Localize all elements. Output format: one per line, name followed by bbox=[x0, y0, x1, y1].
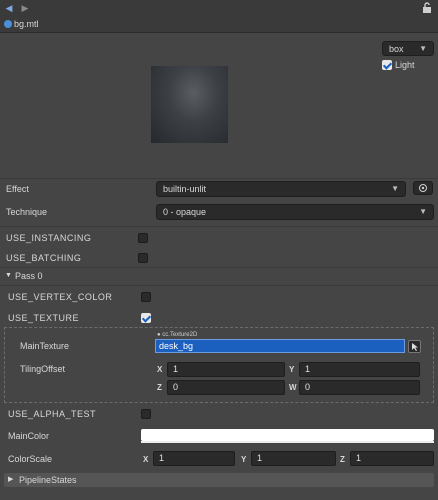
use-batching-checkbox[interactable] bbox=[138, 253, 148, 263]
color-scale-x-axis-label: X bbox=[143, 455, 149, 464]
tiling-x-axis-label: X bbox=[157, 365, 163, 374]
chevron-down-icon: ▼ bbox=[419, 44, 427, 53]
use-texture-label: USE_TEXTURE bbox=[8, 313, 80, 323]
forward-arrow-icon[interactable]: ▶ bbox=[20, 3, 30, 13]
lock-icon[interactable] bbox=[422, 2, 432, 13]
color-scale-y-field[interactable]: 1 bbox=[251, 451, 336, 466]
divider bbox=[0, 285, 438, 286]
light-checkbox[interactable] bbox=[382, 60, 392, 70]
color-scale-x-value: 1 bbox=[159, 453, 165, 463]
divider bbox=[0, 226, 438, 227]
technique-select[interactable]: 0 - opaque ▼ bbox=[156, 204, 434, 220]
tiling-w-value: 0 bbox=[305, 382, 311, 392]
asset-type-tag: ● cc.Texture2D bbox=[157, 332, 197, 338]
texture-type-icon: ● bbox=[157, 332, 161, 338]
use-vertex-color-checkbox[interactable] bbox=[141, 292, 151, 302]
divider bbox=[0, 267, 438, 268]
pass-expand-icon[interactable]: ▼ bbox=[5, 272, 12, 279]
tiling-offset-label: TilingOffset bbox=[20, 364, 66, 374]
light-label: Light bbox=[395, 60, 415, 70]
use-texture-checkbox[interactable] bbox=[141, 313, 151, 323]
color-scale-z-field[interactable]: 1 bbox=[350, 451, 434, 466]
target-icon bbox=[419, 184, 427, 192]
tiling-y-value: 1 bbox=[305, 364, 311, 374]
tiling-y-field[interactable]: 1 bbox=[299, 362, 420, 377]
color-scale-y-axis-label: Y bbox=[241, 455, 247, 464]
preview-shape-select[interactable]: box ▼ bbox=[382, 41, 434, 56]
chevron-down-icon: ▼ bbox=[419, 207, 427, 216]
color-scale-z-value: 1 bbox=[356, 453, 362, 463]
asset-picker-button[interactable] bbox=[408, 340, 421, 353]
tiling-x-field[interactable]: 1 bbox=[167, 362, 285, 377]
effect-select[interactable]: builtin-unlit ▼ bbox=[156, 181, 406, 197]
main-color-swatch[interactable] bbox=[141, 429, 434, 441]
cursor-icon bbox=[412, 343, 418, 351]
tiling-z-value: 0 bbox=[173, 382, 179, 392]
color-scale-label: ColorScale bbox=[8, 454, 53, 464]
inspector-toolbar: ◀ ▶ bbox=[0, 0, 438, 16]
effect-label: Effect bbox=[6, 184, 29, 194]
main-texture-label: MainTexture bbox=[20, 341, 70, 351]
file-header: bg.mtl bbox=[0, 16, 438, 33]
technique-value: 0 - opaque bbox=[163, 207, 207, 217]
preview-shape-value: box bbox=[389, 44, 404, 54]
asset-type-label: cc.Texture2D bbox=[162, 332, 198, 338]
use-instancing-checkbox[interactable] bbox=[138, 233, 148, 243]
back-arrow-icon[interactable]: ◀ bbox=[4, 3, 14, 13]
tiling-w-field[interactable]: 0 bbox=[299, 380, 420, 395]
chevron-down-icon: ▼ bbox=[391, 184, 399, 193]
divider bbox=[0, 178, 438, 179]
tiling-w-axis-label: W bbox=[289, 383, 297, 392]
tiling-x-value: 1 bbox=[173, 364, 179, 374]
color-scale-z-axis-label: Z bbox=[340, 455, 345, 464]
effect-locate-button[interactable] bbox=[413, 181, 433, 195]
material-icon bbox=[4, 20, 12, 28]
color-scale-y-value: 1 bbox=[257, 453, 263, 463]
main-texture-field[interactable]: desk_bg bbox=[155, 339, 405, 353]
use-alpha-test-label: USE_ALPHA_TEST bbox=[8, 409, 97, 419]
tiling-z-field[interactable]: 0 bbox=[167, 380, 285, 395]
expand-arrow-icon: ▶ bbox=[8, 476, 14, 483]
tiling-z-axis-label: Z bbox=[157, 383, 162, 392]
use-batching-label: USE_BATCHING bbox=[6, 253, 82, 263]
alpha-bar bbox=[141, 441, 434, 443]
use-alpha-test-checkbox[interactable] bbox=[141, 409, 151, 419]
tiling-y-axis-label: Y bbox=[289, 365, 295, 374]
pipeline-states-label: PipelineStates bbox=[19, 475, 77, 485]
technique-label: Technique bbox=[6, 207, 48, 217]
effect-value: builtin-unlit bbox=[163, 184, 207, 194]
file-name: bg.mtl bbox=[14, 19, 39, 29]
pipeline-states-section[interactable]: ▶ PipelineStates bbox=[4, 473, 434, 487]
color-scale-x-field[interactable]: 1 bbox=[153, 451, 235, 466]
use-instancing-label: USE_INSTANCING bbox=[6, 233, 92, 243]
use-vertex-color-label: USE_VERTEX_COLOR bbox=[8, 292, 113, 302]
material-preview[interactable] bbox=[151, 66, 228, 143]
main-texture-value: desk_bg bbox=[159, 341, 194, 351]
pass-label: Pass 0 bbox=[15, 271, 43, 281]
main-color-label: MainColor bbox=[8, 431, 50, 441]
